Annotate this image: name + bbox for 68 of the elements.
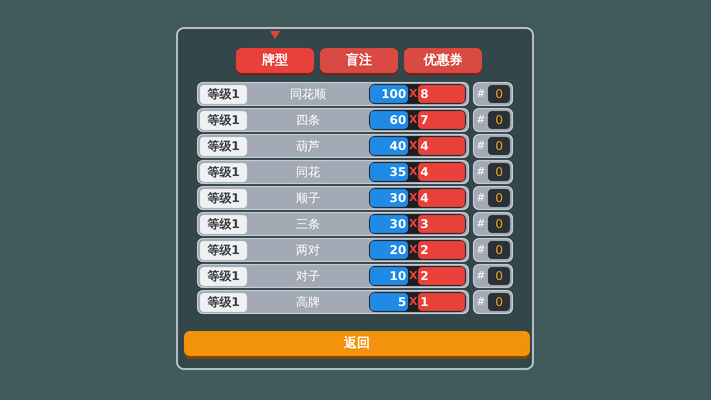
chips-value: 20 [370,241,408,259]
mult-value: 2 [418,241,466,259]
count-value: 0 [488,215,510,233]
hash-sign: # [476,138,486,154]
hash-sign: # [476,86,486,102]
chips-value: 40 [370,137,408,155]
hand-name: 同花 [295,164,322,181]
hash-sign: # [476,112,486,128]
hash-sign: # [476,242,486,258]
hand-name: 四条 [295,112,322,129]
back-button[interactable]: 返回 [184,331,530,356]
hash-sign: # [476,190,486,206]
times-sign: X [408,294,418,310]
count-value: 0 [488,293,510,311]
mult-value: 3 [418,215,466,233]
chips-value: 30 [370,215,408,233]
mult-value: 1 [418,293,466,311]
count-value: 0 [488,85,510,103]
hand-name: 葫芦 [295,138,322,155]
times-sign: X [408,86,418,102]
times-sign: X [408,164,418,180]
level-label: 等级1 [200,266,247,286]
mult-value: 4 [418,163,466,181]
chips-value: 10 [370,267,408,285]
level-label: 等级1 [200,162,247,182]
hand-name: 高牌 [295,294,322,311]
level-label: 等级1 [200,292,247,312]
count-value: 0 [488,267,510,285]
count-value: 0 [488,111,510,129]
count-value: 0 [488,241,510,259]
hand-name: 顺子 [295,190,322,207]
hash-sign: # [476,164,486,180]
hand-name: 三条 [295,216,322,233]
count-value: 0 [488,189,510,207]
times-sign: X [408,242,418,258]
level-label: 等级1 [200,214,247,234]
selected-indicator-icon [270,31,280,39]
tab[interactable]: 盲注 [320,48,398,73]
chips-value: 30 [370,189,408,207]
hash-sign: # [476,216,486,232]
mult-value: 4 [418,189,466,207]
hand-name: 对子 [295,268,322,285]
times-sign: X [408,112,418,128]
chips-value: 100 [370,85,408,103]
tab[interactable]: 优惠券 [404,48,482,73]
times-sign: X [408,268,418,284]
times-sign: X [408,216,418,232]
hash-sign: # [476,268,486,284]
chips-value: 35 [370,163,408,181]
level-label: 等级1 [200,84,247,104]
times-sign: X [408,190,418,206]
tab[interactable]: 牌型 [236,48,314,73]
mult-value: 2 [418,267,466,285]
times-sign: X [408,138,418,154]
count-value: 0 [488,163,510,181]
count-value: 0 [488,137,510,155]
level-label: 等级1 [200,188,247,208]
mult-value: 7 [418,111,466,129]
hand-name: 同花顺 [289,86,328,103]
chips-value: 60 [370,111,408,129]
level-label: 等级1 [200,110,247,130]
mult-value: 4 [418,137,466,155]
level-label: 等级1 [200,136,247,156]
mult-value: 8 [418,85,466,103]
level-label: 等级1 [200,240,247,260]
chips-value: 5 [370,293,408,311]
hand-name: 两对 [295,242,322,259]
hash-sign: # [476,294,486,310]
